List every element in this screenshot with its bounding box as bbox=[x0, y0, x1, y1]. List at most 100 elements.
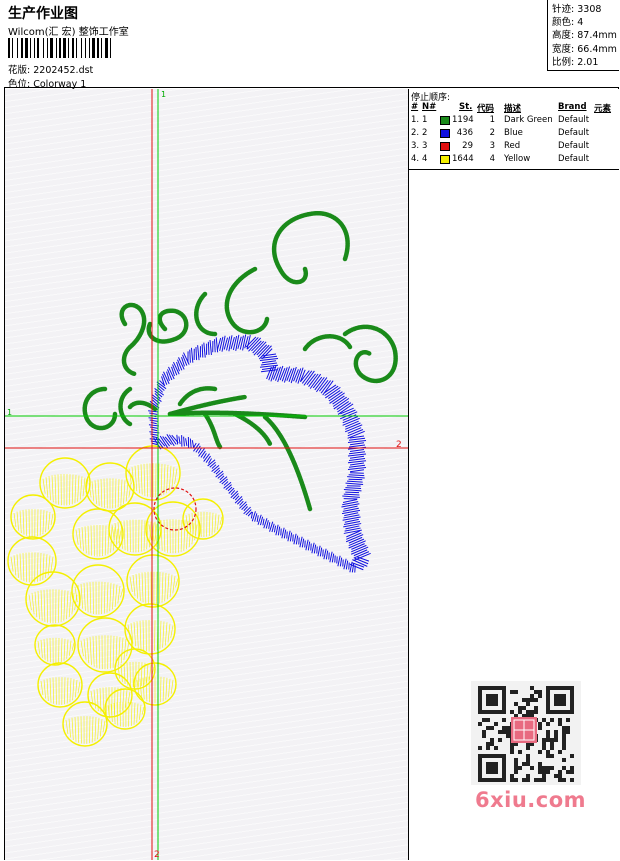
grape-hatch bbox=[197, 512, 199, 537]
leaf-stitch bbox=[348, 437, 366, 441]
leaf-stitch bbox=[252, 340, 265, 354]
grape-hatch bbox=[167, 623, 171, 643]
leaf-stitch bbox=[189, 438, 192, 449]
leaf-stitch bbox=[214, 339, 216, 353]
grape-hatch bbox=[120, 479, 123, 506]
grape-hatch bbox=[160, 676, 162, 703]
grape-hatch bbox=[112, 635, 115, 668]
grape-hatch bbox=[117, 478, 120, 508]
grape-hatch bbox=[68, 591, 72, 618]
leaf-stitch bbox=[289, 532, 293, 542]
leaf-stitch bbox=[329, 551, 333, 563]
leaf-stitch bbox=[295, 535, 299, 545]
grape-hatch bbox=[102, 687, 105, 714]
leaf-stitch bbox=[275, 524, 279, 536]
sequence-row[interactable]: 1. 1 1194 1 Dark Green Default bbox=[409, 115, 619, 128]
col-elem: 元素 bbox=[594, 104, 612, 114]
grape-hatch bbox=[42, 553, 45, 580]
watermark: 6xiu.com bbox=[475, 788, 587, 812]
grape-hatch bbox=[162, 677, 165, 702]
grape-hatch bbox=[143, 520, 146, 551]
embroidery-canvas: 1 1 2 2 bbox=[5, 89, 408, 860]
grape-hatch bbox=[94, 717, 97, 742]
grape-hatch bbox=[139, 704, 142, 720]
leaf-stitch bbox=[337, 555, 341, 567]
grape-hatch bbox=[110, 635, 112, 669]
leaf-stitch bbox=[345, 482, 364, 485]
grape-hatch bbox=[77, 716, 80, 743]
grape-hatch bbox=[159, 620, 162, 650]
leaf-stitch bbox=[348, 451, 366, 455]
grape-hatch bbox=[141, 706, 145, 715]
grape-hatch bbox=[37, 641, 41, 655]
grape-hatch bbox=[74, 716, 77, 742]
leaf-stitch bbox=[348, 458, 366, 461]
stat-height: 高度: 87.4mm bbox=[552, 30, 617, 42]
grape-hatch bbox=[45, 554, 48, 578]
header: 生产作业图 Wilcom(汇 宏) 整饰工作室 花版: 2202452.dst … bbox=[4, 0, 619, 90]
vine-center bbox=[264, 416, 311, 510]
grape-hatch bbox=[72, 678, 75, 701]
grape-hatch bbox=[120, 637, 124, 664]
leaf-stitch bbox=[183, 436, 185, 447]
leaf-stitch bbox=[303, 370, 315, 386]
leaf-stitch bbox=[287, 530, 291, 542]
vine-stroke bbox=[302, 334, 353, 352]
grape-hatch bbox=[79, 476, 83, 500]
grape-hatch bbox=[102, 525, 104, 557]
leaf-stitch bbox=[348, 464, 366, 468]
grape-hatch bbox=[84, 526, 87, 554]
leaf-stitch bbox=[347, 427, 362, 434]
grape-hatch bbox=[34, 591, 38, 618]
grape-hatch bbox=[115, 478, 117, 508]
col-st: St. bbox=[459, 102, 473, 112]
grape-hatch bbox=[37, 590, 40, 620]
grape-hatch bbox=[154, 620, 156, 652]
grape-hatch bbox=[191, 512, 194, 535]
grape-hatch bbox=[83, 583, 86, 611]
grape-hatch bbox=[178, 519, 180, 553]
stat-colors: 颜色: 4 bbox=[552, 17, 584, 29]
grape-hatch bbox=[130, 702, 133, 726]
grape-hatch bbox=[71, 474, 74, 505]
leaf-stitch bbox=[346, 480, 363, 483]
axis-label-v-top: 1 bbox=[161, 90, 166, 99]
leaf-stitch bbox=[348, 444, 366, 448]
leaf-stitch bbox=[329, 392, 345, 404]
grape-hatch bbox=[43, 679, 46, 699]
leaf-stitch bbox=[193, 443, 200, 452]
grape-hatch bbox=[40, 680, 44, 696]
grape-hatch bbox=[77, 681, 81, 694]
leaf-stitch bbox=[185, 438, 188, 447]
leaf-stitch bbox=[176, 434, 179, 445]
leaf-stitch bbox=[349, 449, 365, 452]
leaf-stitch bbox=[345, 560, 349, 570]
leaf-stitch bbox=[309, 373, 322, 389]
stop-sequence-header: # N# St. 代码 描述 Brand 元素 bbox=[409, 102, 619, 114]
leaf-stitch bbox=[279, 367, 286, 381]
sequence-row[interactable]: 3. 3 29 3 Red Default bbox=[409, 141, 619, 154]
leaf-stitch bbox=[345, 420, 359, 428]
leaf-stitch bbox=[209, 339, 212, 355]
sequence-row[interactable]: 2. 2 436 2 Blue Default bbox=[409, 128, 619, 141]
color-swatch bbox=[440, 142, 450, 151]
grape-hatch bbox=[22, 509, 25, 535]
axis-label-h-left: 1 bbox=[7, 408, 12, 417]
sequence-row[interactable]: 4. 4 1644 4 Yellow Default bbox=[409, 154, 619, 167]
leaf-stitch bbox=[345, 487, 362, 490]
grape-hatch bbox=[136, 703, 139, 723]
leaf-stitch bbox=[348, 474, 365, 477]
leaf-stitch bbox=[347, 460, 367, 464]
grape-hatch bbox=[63, 638, 66, 661]
grape-hatch bbox=[37, 509, 39, 537]
leaf-stitch bbox=[198, 448, 205, 457]
grape-hatch bbox=[166, 519, 168, 553]
grape-hatch bbox=[109, 582, 112, 612]
leaf-stitch bbox=[277, 526, 281, 536]
grape-hatch bbox=[54, 474, 57, 504]
design-preview[interactable]: 1 1 2 2 bbox=[5, 89, 409, 860]
grape-hatch bbox=[123, 662, 126, 685]
grape-hatch bbox=[175, 578, 179, 588]
color-swatch bbox=[440, 155, 450, 164]
leaf-stitch bbox=[149, 412, 158, 415]
